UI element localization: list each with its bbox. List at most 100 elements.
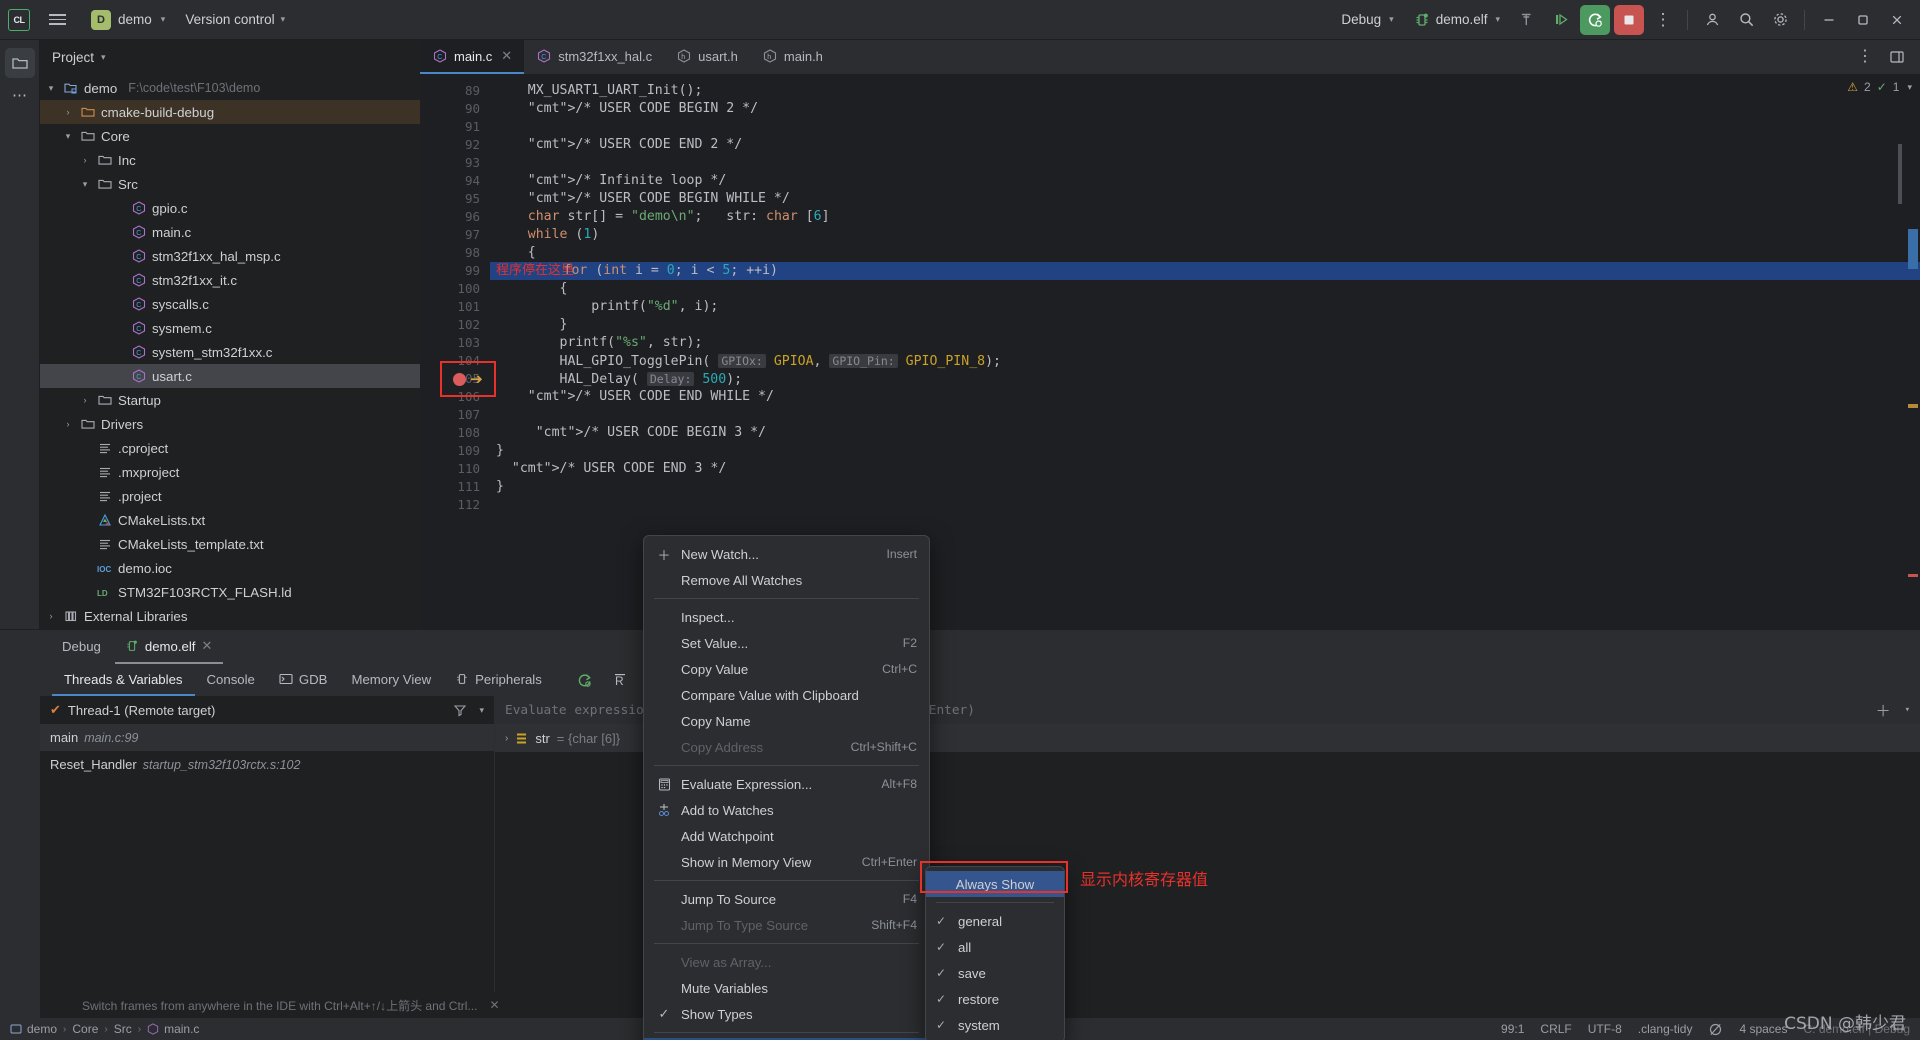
thread-selector[interactable]: ✔ Thread-1 (Remote target) ▾ — [40, 696, 494, 724]
close-window-button[interactable] — [1882, 5, 1912, 35]
stack-frame-row[interactable]: Reset_Handler startup_stm32f103rctx.s:102 — [40, 751, 494, 778]
context-menu-item[interactable]: Inspect... — [644, 604, 929, 630]
code-line[interactable]: HAL_Delay( Delay: 500); — [490, 370, 1920, 388]
tree-node[interactable]: IOC demo.ioc — [40, 556, 420, 580]
add-watch-icon[interactable]: ＋ — [1876, 700, 1891, 721]
editor-marker-error[interactable] — [1908, 574, 1918, 577]
code-line[interactable]: "cmt">/* Infinite loop */ — [490, 172, 1920, 190]
debug-subtab[interactable]: GDB — [267, 664, 340, 696]
close-hint-icon[interactable]: ✕ — [489, 998, 499, 1012]
debug-subtab[interactable]: Peripherals — [443, 664, 554, 696]
chevron-down-icon[interactable]: ▾ — [1907, 82, 1912, 93]
tree-node[interactable]: › cmake-build-debug — [40, 100, 420, 124]
scrollbar-thumb[interactable] — [1908, 229, 1918, 269]
chevron-collapsed-icon[interactable]: › — [78, 155, 92, 165]
tree-node[interactable]: Cmain.c — [40, 220, 420, 244]
indent-setting[interactable]: 4 spaces — [1739, 1022, 1787, 1036]
run-kind-selector[interactable]: Debug ▾ — [1333, 9, 1401, 30]
editor-tab[interactable]: Cmain.c ✕ — [420, 40, 525, 74]
status-breadcrumb-item[interactable]: Core — [72, 1022, 98, 1036]
tree-node[interactable]: Cgpio.c — [40, 196, 420, 220]
chevron-down-icon[interactable]: ▾ — [1905, 705, 1910, 715]
tree-node[interactable]: Cstm32f1xx_hal_msp.c — [40, 244, 420, 268]
tree-node[interactable]: › Inc — [40, 148, 420, 172]
code-line[interactable]: "cmt">/* USER CODE BEGIN 2 */ — [490, 100, 1920, 118]
register-group-item[interactable]: ✓ restore — [926, 986, 1064, 1012]
code-line[interactable]: HAL_GPIO_TogglePin( GPIOx: GPIOA, GPIO_P… — [490, 352, 1920, 370]
chevron-collapsed-icon[interactable]: › — [78, 395, 92, 405]
code-line[interactable]: { — [490, 244, 1920, 262]
stop-button[interactable] — [1614, 4, 1644, 35]
close-tab-icon[interactable]: ✕ — [501, 48, 512, 64]
debug-restart-small-button[interactable] — [570, 665, 600, 695]
context-menu-item[interactable]: Set Value... F2 — [644, 630, 929, 656]
context-menu-item[interactable]: Remove All Watches — [644, 567, 929, 593]
inspection-widget[interactable]: ⚠ 2 ✓ 1 ▾ — [1847, 80, 1912, 94]
context-menu-item[interactable]: Mute Variables — [644, 975, 929, 1001]
code-line[interactable]: "cmt">/* USER CODE BEGIN WHILE */ — [490, 190, 1920, 208]
chevron-collapsed-icon[interactable]: › — [61, 419, 75, 429]
code-line[interactable]: while (1) — [490, 226, 1920, 244]
register-group-item[interactable]: ✓ save — [926, 960, 1064, 986]
tree-node[interactable]: .project — [40, 484, 420, 508]
context-menu-item[interactable]: Evaluate Expression... Alt+F8 — [644, 771, 929, 797]
tree-node[interactable]: LD STM32F103RCTX_FLASH.ld — [40, 580, 420, 604]
file-encoding[interactable]: UTF-8 — [1588, 1022, 1622, 1036]
debug-subtab[interactable]: Console — [195, 664, 267, 696]
status-breadcrumb-item[interactable]: main.c — [147, 1022, 199, 1036]
tree-node[interactable]: › Startup — [40, 388, 420, 412]
caret-position[interactable]: 99:1 — [1501, 1022, 1524, 1036]
tree-root-demo[interactable]: ▾ demo F:\code\test\F103\demo — [40, 76, 420, 100]
settings-button[interactable] — [1765, 5, 1795, 35]
chevron-expanded-icon[interactable]: ▾ — [78, 179, 92, 190]
chevron-down-icon[interactable]: ▾ — [479, 705, 484, 716]
tree-node[interactable]: Cstm32f1xx_it.c — [40, 268, 420, 292]
chevron-expanded-icon[interactable]: ▾ — [61, 131, 75, 142]
register-group-item[interactable]: ✓ system — [926, 1012, 1064, 1038]
status-breadcrumbs[interactable]: demo › Core › Src › main.c — [10, 1022, 199, 1036]
tree-node[interactable]: Csysmem.c — [40, 316, 420, 340]
code-line[interactable] — [490, 118, 1920, 136]
code-line[interactable] — [490, 406, 1920, 424]
minimize-window-button[interactable] — [1814, 5, 1844, 35]
debug-session-tab[interactable]: Debug — [52, 630, 111, 664]
chevron-collapsed-icon[interactable]: › — [505, 733, 508, 744]
project-panel-header[interactable]: Project ▾ — [40, 40, 420, 74]
editor-tab[interactable]: h main.h — [750, 40, 835, 74]
code-line[interactable]: "cmt">/* USER CODE END 3 */ — [490, 460, 1920, 478]
editor-layout-button[interactable] — [1882, 42, 1912, 72]
code-line[interactable] — [490, 154, 1920, 172]
account-button[interactable] — [1697, 5, 1727, 35]
tree-node[interactable]: CMakeLists.txt — [40, 508, 420, 532]
code-line[interactable]: } — [490, 478, 1920, 496]
code-line[interactable]: } — [490, 442, 1920, 460]
context-menu-item[interactable]: Show in Memory View Ctrl+Enter — [644, 849, 929, 875]
run-target-selector[interactable]: demo.elf ▾ — [1406, 9, 1508, 31]
commit-tool-button[interactable]: ⋯ — [5, 80, 35, 110]
stack-frame-row[interactable]: main main.c:99 — [40, 724, 494, 751]
tree-node[interactable]: .mxproject — [40, 460, 420, 484]
code-line[interactable]: } — [490, 316, 1920, 334]
analyzer-config[interactable]: .clang-tidy — [1638, 1022, 1693, 1036]
code-line[interactable]: "cmt">/* USER CODE BEGIN 3 */ — [490, 424, 1920, 442]
breakpoint-icon[interactable] — [453, 372, 467, 386]
tree-node[interactable]: ▾ Src — [40, 172, 420, 196]
variables-context-menu[interactable]: ＋ New Watch... Insert Remove All Watches Ins… — [643, 535, 930, 1040]
context-menu-item[interactable]: Compare Value with Clipboard — [644, 682, 929, 708]
editor-tab[interactable]: Cstm32f1xx_hal.c — [524, 40, 664, 74]
line-separator[interactable]: CRLF — [1540, 1022, 1571, 1036]
chevron-collapsed-icon[interactable]: › — [44, 611, 58, 621]
inspection-off-icon[interactable] — [1708, 1022, 1723, 1037]
tree-node[interactable]: ▾ Core — [40, 124, 420, 148]
context-menu-item[interactable]: Add to Watches — [644, 797, 929, 823]
code-line[interactable]: MX_USART1_UART_Init(); — [490, 82, 1920, 100]
project-selector[interactable]: D demo ▾ — [82, 7, 174, 33]
search-button[interactable] — [1731, 5, 1761, 35]
code-line[interactable]: "cmt">/* USER CODE END 2 */ — [490, 136, 1920, 154]
code-line[interactable] — [490, 496, 1920, 514]
context-menu-item[interactable]: Copy Name — [644, 708, 929, 734]
code-line[interactable]: printf("%d", i); — [490, 298, 1920, 316]
version-control-menu[interactable]: Version control ▾ — [176, 9, 294, 30]
more-actions-button[interactable]: ⋮ — [1648, 5, 1678, 35]
code-line[interactable]: { — [490, 280, 1920, 298]
